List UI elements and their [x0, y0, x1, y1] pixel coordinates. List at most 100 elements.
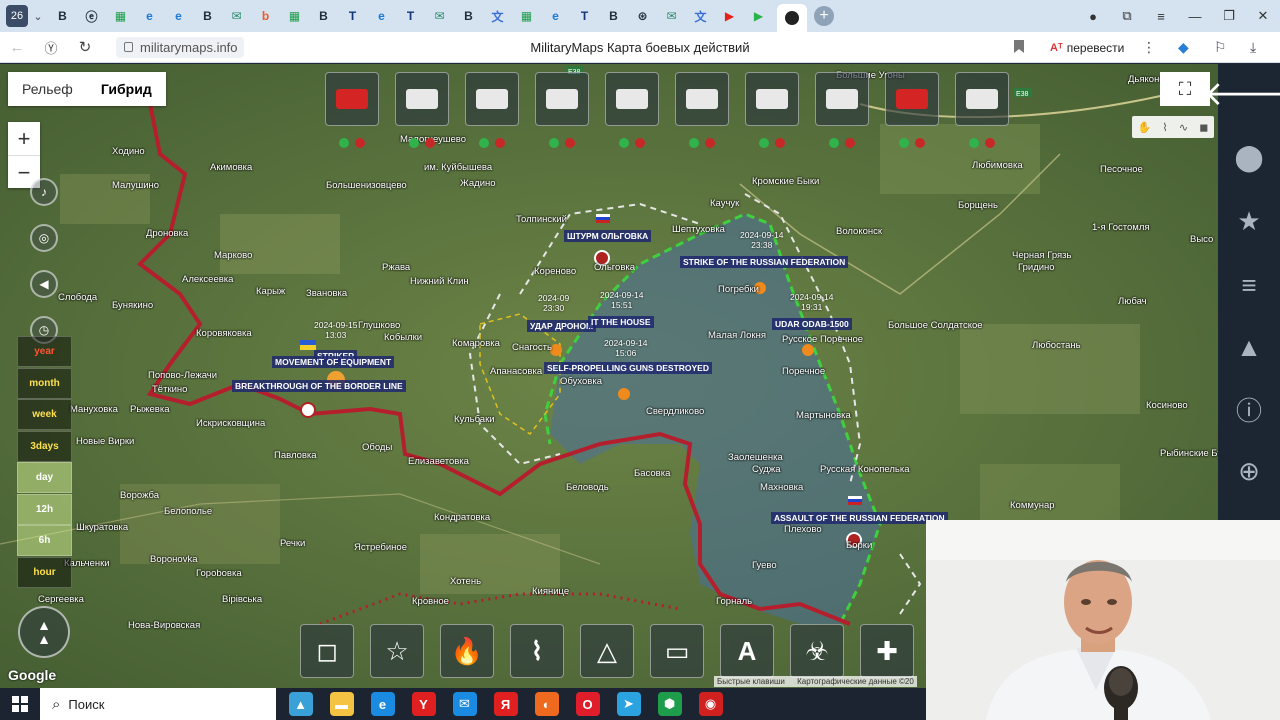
hide-dot[interactable] [565, 138, 575, 148]
rotate-compass[interactable]: ▲ ▲ [18, 606, 70, 658]
hide-dot[interactable] [915, 138, 925, 148]
uk-flag-icon[interactable]: ⊕ [1234, 456, 1264, 486]
polyline-tool-button[interactable]: ⌇ [510, 624, 564, 678]
hide-dot[interactable] [775, 138, 785, 148]
tab-edge-icon[interactable]: e [371, 5, 393, 27]
event-label[interactable]: IT THE HOUSE [588, 316, 654, 328]
unit-armored-car-button[interactable] [395, 72, 449, 126]
event-label[interactable]: ШТУРМ ОЛЬГОВКА [564, 230, 652, 242]
time-filter-6h[interactable]: 6h [17, 525, 72, 556]
restore-button[interactable]: ❐ [1212, 0, 1246, 32]
fire-tool-button[interactable]: 🔥 [440, 624, 494, 678]
taskbar-security-icon[interactable]: ⬢ [657, 692, 682, 716]
sound-icon[interactable]: ♪ [30, 178, 58, 206]
layer-relief-button[interactable]: Рельеф [8, 72, 87, 106]
rotate-up-icon[interactable]: ▲ [37, 618, 51, 632]
menu-icon[interactable]: ≡ [1144, 0, 1178, 32]
hide-dot[interactable] [705, 138, 715, 148]
tab-vk-icon[interactable]: B [313, 5, 335, 27]
time-filter-3days[interactable]: 3days [17, 430, 72, 462]
tab-mail-icon[interactable]: ✉ [226, 5, 248, 27]
location-pin-icon[interactable]: ⬤ [1234, 142, 1264, 172]
show-dot[interactable] [969, 138, 979, 148]
taskbar-mail-icon[interactable]: ✉ [452, 692, 477, 716]
collections-icon[interactable]: ⧉ [1110, 0, 1144, 32]
tab-tass-icon[interactable]: T [342, 5, 364, 27]
tab-sheets-icon[interactable]: ▦ [284, 5, 306, 27]
time-filter-day[interactable]: day [17, 462, 72, 493]
hide-dot[interactable] [495, 138, 505, 148]
keyboard-shortcuts-link[interactable]: Быстрые клавиши [717, 677, 785, 686]
time-filter-12h[interactable]: 12h [17, 493, 72, 525]
layer-hybrid-button[interactable]: Гибрид [87, 72, 166, 106]
unit-self-propelled-gun-button[interactable] [815, 72, 869, 126]
hide-dot[interactable] [845, 138, 855, 148]
event-label[interactable]: УДАР ДРОНОМ [527, 320, 597, 332]
taskbar-telegram-icon[interactable]: ➤ [616, 692, 641, 716]
tab-mail-icon[interactable]: ✉ [661, 5, 683, 27]
tab-edge-icon[interactable]: e [139, 5, 161, 27]
show-dot[interactable] [619, 138, 629, 148]
taskbar-landscape-icon[interactable]: ▲ [288, 692, 313, 716]
tab-count-badge[interactable]: 26 [6, 5, 28, 27]
minimize-button[interactable]: — [1178, 0, 1212, 32]
marker-tool-icon[interactable]: ⌇ [1162, 121, 1167, 134]
extensions-icon[interactable]: ⚐ [1214, 39, 1227, 56]
back-arrow-icon[interactable]: 🡐 [1203, 75, 1280, 113]
event-label[interactable]: UDAR ODAB-1500 [772, 318, 852, 330]
event-label[interactable]: STRIKE OF THE RUSSIAN FEDERATION [680, 256, 849, 268]
tab-openai-icon[interactable]: ⊛ [632, 5, 654, 27]
tab-brave-icon[interactable]: b [255, 5, 277, 27]
unit-aircraft-button[interactable] [325, 72, 379, 126]
tab-edge-icon[interactable]: e [545, 5, 567, 27]
taskbar-edge-icon[interactable]: e [370, 692, 395, 716]
taskbar-search-input[interactable]: ⌕ Поиск [40, 688, 276, 720]
location-icon[interactable]: ◎ [30, 224, 58, 252]
triangle-tool-button[interactable]: △ [580, 624, 634, 678]
star-icon[interactable]: ★ [1234, 206, 1264, 236]
hide-dot[interactable] [425, 138, 435, 148]
time-filter-week[interactable]: week [17, 399, 72, 430]
unit-paratrooper-button[interactable] [605, 72, 659, 126]
profile-icon[interactable]: ● [1076, 0, 1110, 32]
show-dot[interactable] [339, 138, 349, 148]
downloads-icon[interactable]: ⤓ [1250, 39, 1256, 56]
time-filter-year[interactable]: year [17, 336, 72, 367]
rotate-down-icon[interactable]: ▲ [37, 632, 51, 646]
unit-rocket-launcher-button[interactable] [465, 72, 519, 126]
ruler-tool-button[interactable]: ▭ [650, 624, 704, 678]
show-dot[interactable] [759, 138, 769, 148]
zoom-in-button[interactable]: + [8, 122, 40, 155]
tab-play-icon[interactable]: ▶ [748, 5, 770, 27]
taskbar-opera-icon[interactable]: O [575, 692, 600, 716]
tab-youtube-icon[interactable]: ▶ [719, 5, 741, 27]
show-dot[interactable] [829, 138, 839, 148]
tab-list-chevron-icon[interactable]: ⌄ [28, 10, 48, 23]
taskbar-firefox-icon[interactable]: ◐ [534, 692, 559, 716]
tab-telegram-bot-icon[interactable]: ⓔ [81, 5, 103, 27]
tab-vk-icon[interactable]: B [458, 5, 480, 27]
unit-warship-button[interactable] [955, 72, 1009, 126]
show-dot[interactable] [899, 138, 909, 148]
tab-mail-icon[interactable]: ✉ [429, 5, 451, 27]
tab-militarymaps-icon[interactable] [776, 4, 807, 32]
biohazard-tool-button[interactable]: ☣ [790, 624, 844, 678]
alert-icon[interactable]: ◀ [30, 270, 58, 298]
event-label[interactable]: BREAKTHROUGH OF THE BORDER LINE [232, 380, 406, 392]
tab-translate-icon[interactable]: 文 [690, 5, 712, 27]
event-label[interactable]: MOVEMENT OF EQUIPMENT [272, 356, 395, 368]
show-dot[interactable] [479, 138, 489, 148]
tab-translate-icon[interactable]: 文 [487, 5, 509, 27]
tab-edge-icon[interactable]: e [168, 5, 190, 27]
unit-infantry-button[interactable] [885, 72, 939, 126]
taskbar-yandex-browser-icon[interactable]: Y [411, 692, 436, 716]
time-filter-month[interactable]: month [17, 367, 72, 399]
unit-tank-button[interactable] [745, 72, 799, 126]
navigation-icon[interactable]: ▲ [1234, 332, 1264, 362]
translate-button[interactable]: Аᵀ перевести [1050, 38, 1124, 57]
alice-icon[interactable]: ◆ [1178, 39, 1189, 56]
text-tool-button[interactable]: A [720, 624, 774, 678]
polygon-tool-icon[interactable]: ◼ [1199, 121, 1208, 134]
square-tool-button[interactable]: ◻ [300, 624, 354, 678]
show-dot[interactable] [689, 138, 699, 148]
